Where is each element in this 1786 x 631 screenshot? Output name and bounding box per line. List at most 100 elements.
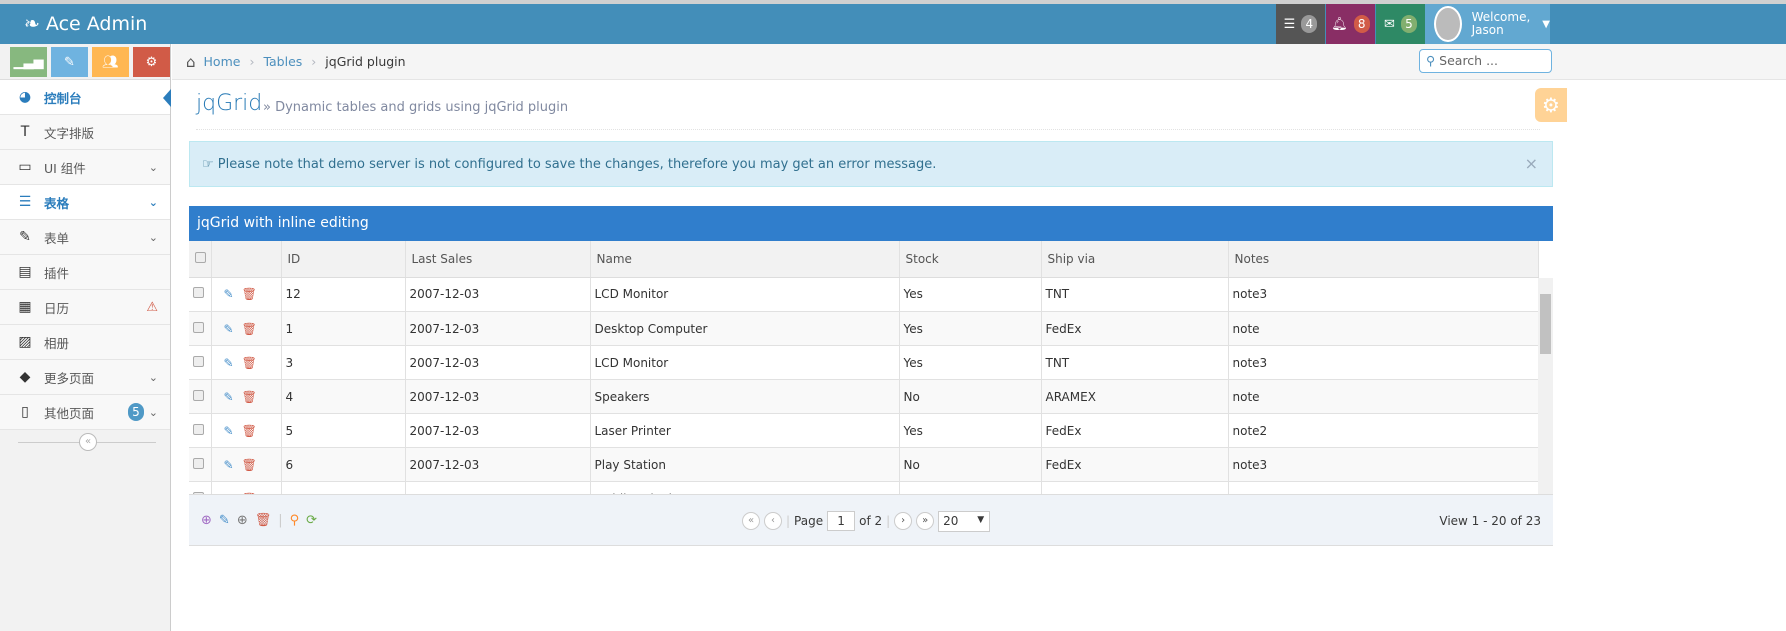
pencil-icon[interactable]: ✎ bbox=[224, 287, 234, 301]
sidebar-item-other-pages[interactable]: ▯ 其他页面 5 ⌄ bbox=[0, 395, 170, 430]
cell-last-sales[interactable]: 2007-12-03 bbox=[405, 345, 591, 380]
cell-name[interactable]: LCD Monitor bbox=[590, 277, 900, 312]
cell-ship-via[interactable]: TNT bbox=[1041, 345, 1229, 380]
add-icon[interactable]: ⊕ bbox=[201, 513, 212, 528]
user-menu[interactable]: Welcome, Jason ▼ bbox=[1425, 4, 1550, 44]
cell-name[interactable]: Laser Printer bbox=[590, 413, 900, 448]
cell-name[interactable]: Play Station bbox=[590, 447, 900, 482]
zoom-in-icon[interactable]: ⊕ bbox=[237, 513, 248, 528]
refresh-icon[interactable]: ⟳ bbox=[306, 513, 317, 528]
pencil-icon[interactable]: ✎ bbox=[224, 458, 234, 472]
sidebar-item-widgets[interactable]: ▤ 插件 bbox=[0, 255, 170, 290]
cell-stock[interactable]: Yes bbox=[899, 481, 1042, 494]
cell-notes[interactable]: note3 bbox=[1228, 447, 1539, 482]
last-page-button[interactable]: » bbox=[916, 512, 935, 530]
notifications-button[interactable]: 🔔︎ 8 bbox=[1326, 4, 1375, 44]
cell-last-sales[interactable]: 2007-12-03 bbox=[405, 481, 591, 494]
next-page-button[interactable]: › bbox=[894, 512, 913, 530]
cell-ship-via[interactable]: FedEx bbox=[1041, 413, 1229, 448]
cell-stock[interactable]: No bbox=[899, 379, 1042, 414]
cell-stock[interactable]: Yes bbox=[899, 345, 1042, 380]
table-row[interactable]: ✎ 🗑︎ 4 2007-12-03 Speakers No ARAMEX note bbox=[189, 379, 1539, 414]
cell-ship-via[interactable]: ARAMEX bbox=[1041, 379, 1229, 414]
pencil-icon[interactable]: ✎ bbox=[51, 47, 88, 77]
page-input[interactable]: 1 bbox=[827, 511, 856, 531]
brand[interactable]: ❧ Ace Admin bbox=[24, 13, 153, 35]
table-row[interactable]: ✎ 🗑︎ 12 2007-12-03 LCD Monitor Yes TNT note3 bbox=[189, 277, 1539, 312]
cell-id[interactable]: 12 bbox=[281, 277, 406, 312]
rows-per-page-select[interactable]: 20 ▼ bbox=[938, 510, 991, 532]
table-row[interactable]: ✎ 🗑︎ 1 2007-12-03 Desktop Computer Yes FedEx no… bbox=[189, 311, 1539, 346]
cell-name[interactable]: Mobile Telephone bbox=[590, 481, 900, 494]
breadcrumb-tables[interactable]: Tables bbox=[263, 54, 302, 69]
signal-icon[interactable]: ▁▃▅ bbox=[10, 47, 47, 77]
row-checkbox[interactable] bbox=[189, 277, 212, 312]
row-checkbox[interactable] bbox=[189, 413, 212, 448]
sidebar-item-typography[interactable]: T 文字排版 bbox=[0, 115, 170, 150]
cell-ship-via[interactable]: ARAMEX bbox=[1041, 481, 1229, 494]
trash-icon[interactable]: 🗑︎ bbox=[255, 513, 272, 528]
row-checkbox[interactable] bbox=[189, 447, 212, 482]
table-row[interactable]: ✎🗑︎72007-12-03Mobile TelephoneYesARAMEXn… bbox=[189, 481, 1539, 494]
cogs-icon[interactable]: ⚙ bbox=[133, 47, 170, 77]
cell-notes[interactable]: note bbox=[1228, 379, 1539, 414]
row-checkbox[interactable] bbox=[189, 345, 212, 380]
trash-icon[interactable]: 🗑︎ bbox=[242, 390, 257, 404]
cell-stock[interactable]: Yes bbox=[899, 277, 1042, 312]
cell-id[interactable]: 4 bbox=[281, 379, 406, 414]
messages-button[interactable]: ✉ 5 bbox=[1376, 4, 1425, 44]
cell-notes[interactable]: note bbox=[1228, 311, 1539, 346]
cell-id[interactable]: 7 bbox=[281, 481, 406, 494]
cell-name[interactable]: Desktop Computer bbox=[590, 311, 900, 346]
cell-last-sales[interactable]: 2007-12-03 bbox=[405, 311, 591, 346]
cell-notes[interactable]: note2 bbox=[1228, 413, 1539, 448]
table-row[interactable]: ✎ 🗑︎ 3 2007-12-03 LCD Monitor Yes TNT note3 bbox=[189, 345, 1539, 380]
cell-stock[interactable]: Yes bbox=[899, 311, 1042, 346]
pencil-icon[interactable]: ✎ bbox=[219, 513, 230, 528]
cell-last-sales[interactable]: 2007-12-03 bbox=[405, 413, 591, 448]
cell-ship-via[interactable]: TNT bbox=[1041, 277, 1229, 312]
prev-page-button[interactable]: ‹ bbox=[764, 512, 782, 530]
trash-icon[interactable]: 🗑︎ bbox=[242, 287, 257, 301]
select-all-checkbox[interactable] bbox=[189, 241, 212, 278]
cell-id[interactable]: 1 bbox=[281, 311, 406, 346]
tasks-button[interactable]: ☰ 4 bbox=[1276, 4, 1325, 44]
first-page-button[interactable]: « bbox=[742, 512, 760, 530]
cell-id[interactable]: 6 bbox=[281, 447, 406, 482]
sidebar-item-forms[interactable]: ✎ 表单 ⌄ bbox=[0, 220, 170, 255]
column-header-name[interactable]: Name bbox=[590, 241, 900, 278]
sidebar-item-calendar[interactable]: ▦ 日历 ⚠ bbox=[0, 290, 170, 325]
settings-button[interactable]: ⚙ bbox=[1535, 88, 1567, 122]
trash-icon[interactable]: 🗑︎ bbox=[242, 424, 257, 438]
cell-name[interactable]: Speakers bbox=[590, 379, 900, 414]
cell-last-sales[interactable]: 2007-12-03 bbox=[405, 379, 591, 414]
cell-last-sales[interactable]: 2007-12-03 bbox=[405, 277, 591, 312]
close-icon[interactable]: × bbox=[1525, 154, 1538, 173]
search-icon[interactable]: ⚲ bbox=[290, 513, 300, 528]
pencil-icon[interactable]: ✎ bbox=[224, 424, 234, 438]
trash-icon[interactable]: 🗑︎ bbox=[242, 322, 257, 336]
sidebar-item-tables[interactable]: ☰ 表格 ⌄ bbox=[0, 185, 170, 220]
users-icon[interactable]: 👥︎ bbox=[92, 47, 129, 77]
table-row[interactable]: ✎ 🗑︎ 5 2007-12-03 Laser Printer Yes FedEx note2 bbox=[189, 413, 1539, 448]
cell-id[interactable]: 5 bbox=[281, 413, 406, 448]
column-header-ship-via[interactable]: Ship via bbox=[1041, 241, 1229, 278]
sidebar-collapse[interactable]: « bbox=[0, 430, 170, 456]
cell-notes[interactable]: note3 bbox=[1228, 345, 1539, 380]
search-input[interactable]: ⚲ Search ... bbox=[1419, 49, 1552, 73]
vertical-scrollbar[interactable] bbox=[1538, 277, 1553, 494]
sidebar-item-ui-elements[interactable]: ▭ UI 组件 ⌄ bbox=[0, 150, 170, 185]
pencil-icon[interactable]: ✎ bbox=[224, 322, 234, 336]
double-chevron-left-icon[interactable]: « bbox=[79, 433, 97, 451]
cell-last-sales[interactable]: 2007-12-03 bbox=[405, 447, 591, 482]
row-checkbox[interactable] bbox=[189, 379, 212, 414]
cell-notes[interactable]: note3 bbox=[1228, 277, 1539, 312]
table-row[interactable]: ✎ 🗑︎ 6 2007-12-03 Play Station No FedEx note3 bbox=[189, 447, 1539, 482]
trash-icon[interactable]: 🗑︎ bbox=[242, 356, 257, 370]
row-checkbox[interactable] bbox=[189, 311, 212, 346]
column-header-stock[interactable]: Stock bbox=[899, 241, 1042, 278]
pencil-icon[interactable]: ✎ bbox=[224, 390, 234, 404]
trash-icon[interactable]: 🗑︎ bbox=[242, 458, 257, 472]
column-header-last-sales[interactable]: Last Sales bbox=[405, 241, 591, 278]
cell-notes[interactable]: note bbox=[1228, 481, 1539, 494]
